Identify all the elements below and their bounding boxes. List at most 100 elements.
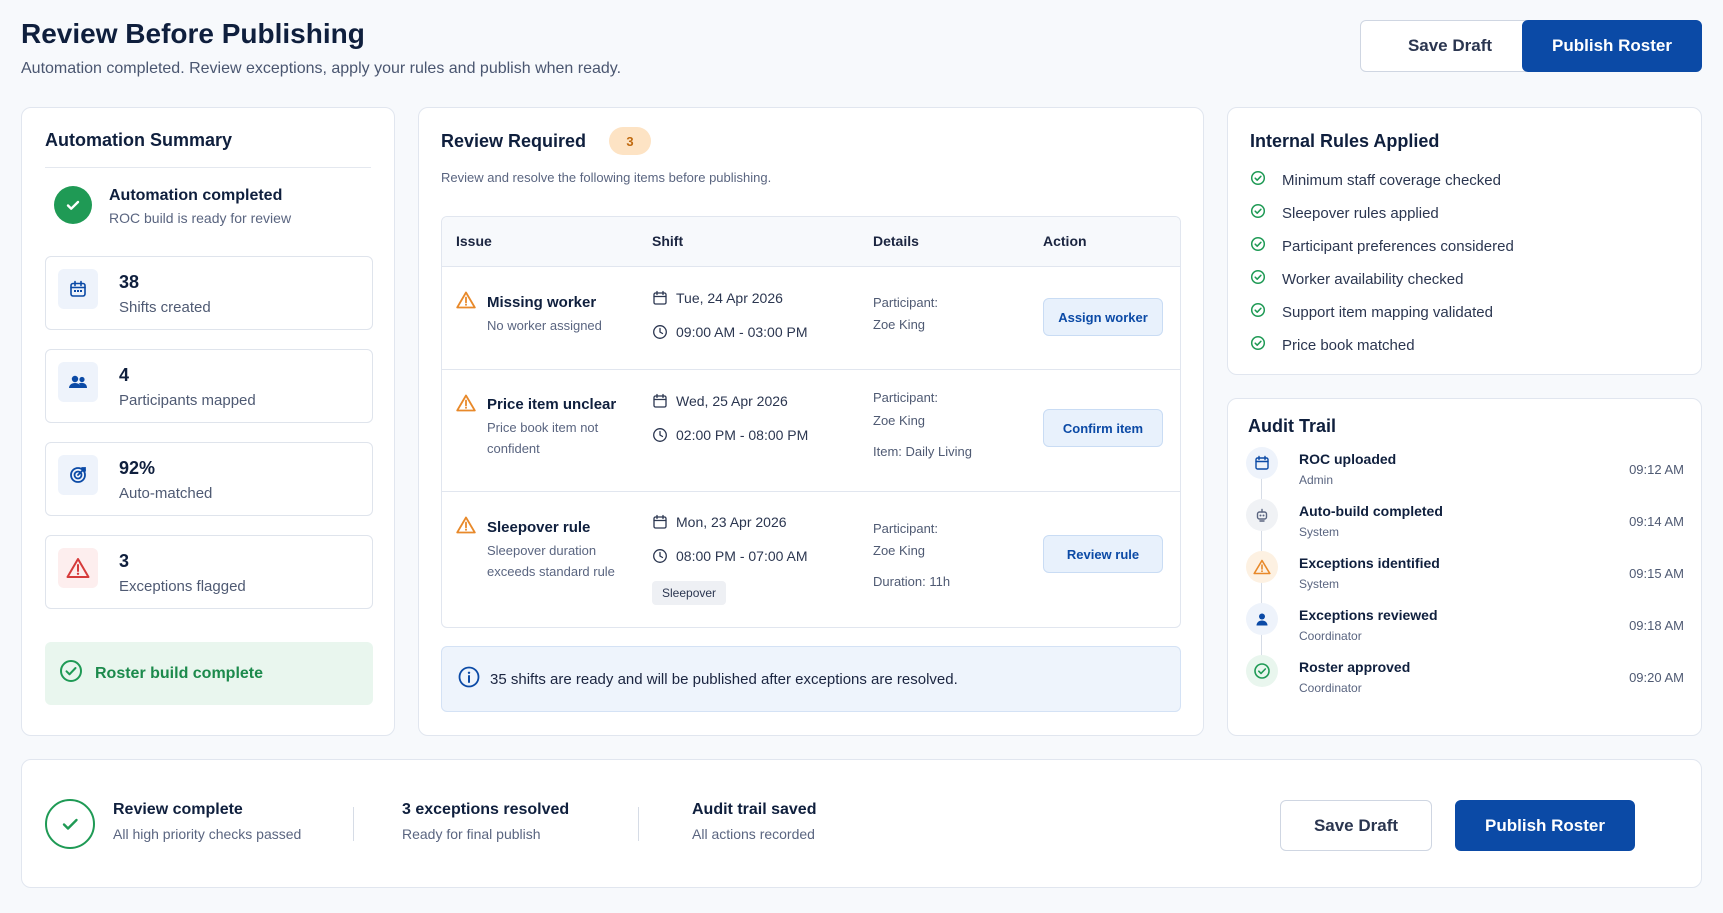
audit-item-title: Roster approved [1299,659,1411,675]
audit-trail-card: Audit Trail ROC uploaded Admin 09:12 AM … [1227,398,1702,736]
detail-value: Zoe King [873,543,926,558]
audit-item-title: ROC uploaded [1299,451,1397,467]
table-row: Sleepover rule Sleepover duration exceed… [442,492,1180,627]
exceptions-resolved-sub: Ready for final publish [402,826,541,842]
audit-item-actor: Coordinator [1299,681,1362,695]
rule-label: Minimum staff coverage checked [1282,171,1501,189]
clock-icon [653,428,667,442]
stat-value: 38 [119,272,140,292]
assign-worker-button[interactable]: Assign worker [1043,298,1163,336]
audit-item-time: 09:20 AM [1629,670,1684,685]
stat-exceptions-flagged: 3 Exceptions flagged [45,535,373,609]
user-icon [1246,603,1278,635]
detail-item: Item: Daily Living [873,444,972,459]
footer-publish-roster-button[interactable]: Publish Roster [1455,800,1635,851]
publish-roster-button[interactable]: Publish Roster [1522,20,1702,72]
rule-label: Price book matched [1282,336,1415,354]
check-circle-icon [1250,236,1266,256]
issue-subtitle: Sleepover duration exceeds standard rule [487,543,615,579]
rule-item: Price book matched [1250,335,1415,355]
detail-label: Participant: [873,295,939,310]
issue-title: Sleepover rule [487,519,591,536]
audit-item-time: 09:15 AM [1629,566,1684,581]
shift-date: Tue, 24 Apr 2026 [652,290,783,306]
review-required-title: Review Required [441,131,587,151]
shift-date: Wed, 25 Apr 2026 [652,393,788,409]
table-row: Missing worker No worker assigned Tue, 2… [442,267,1180,370]
stat-value: 3 [119,551,130,571]
audit-item-actor: System [1299,577,1340,591]
save-draft-button[interactable]: Save Draft [1360,20,1540,72]
detail-label: Participant: [873,390,939,405]
rule-label: Support item mapping validated [1282,303,1493,321]
table-header: Issue Shift Details Action [442,217,1180,267]
column-header-details: Details [873,233,919,249]
issue-subtitle: Price book item not confident [487,420,599,456]
table-row: Price item unclear Price book item not c… [442,370,1180,492]
internal-rules-title: Internal Rules Applied [1250,131,1440,151]
info-icon [458,666,480,693]
audit-item-actor: System [1299,525,1340,539]
check-circle-icon [1246,655,1278,687]
stat-shifts-created: 38 Shifts created [45,256,373,330]
page-title: Review Before Publishing [21,18,365,49]
rule-item: Support item mapping validated [1250,302,1493,322]
review-rule-button[interactable]: Review rule [1043,535,1163,573]
target-icon [58,455,98,495]
audit-item-time: 09:12 AM [1629,462,1684,477]
stat-label: Participants mapped [119,392,256,409]
confirm-item-button[interactable]: Confirm item [1043,409,1163,447]
automation-summary-card: Automation Summary Automation completed … [21,107,395,736]
check-circle-icon [1250,335,1266,355]
info-banner: 35 shifts are ready and will be publishe… [441,646,1181,712]
audit-item-actor: Coordinator [1299,629,1362,643]
check-circle-icon [1250,170,1266,190]
column-header-action: Action [1043,233,1087,249]
stat-label: Exceptions flagged [119,578,246,595]
audit-item-actor: Admin [1299,473,1334,487]
warning-icon [456,516,476,539]
review-complete-sub: All high priority checks passed [113,826,302,842]
clock-icon [653,549,667,563]
audit-item-title: Exceptions identified [1299,555,1440,571]
review-count-badge: 3 [609,127,651,155]
warning-icon [1246,551,1278,583]
issue-title: Price item unclear [487,396,617,413]
stat-auto-matched: 92% Auto-matched [45,442,373,516]
calendar-icon [58,269,98,309]
calendar-icon [653,290,667,305]
exceptions-resolved-title: 3 exceptions resolved [402,801,570,818]
automation-status-sub: ROC build is ready for review [109,210,292,226]
issue-subtitle: No worker assigned [487,318,602,333]
stat-value: 4 [119,365,130,385]
calendar-icon [653,514,667,529]
stat-label: Auto-matched [119,485,213,502]
roster-build-complete-banner: Roster build complete [45,642,373,705]
review-complete-title: Review complete [113,801,243,818]
rule-label: Worker availability checked [1282,270,1464,288]
calendar-icon [653,393,667,408]
clock-icon [653,325,667,339]
review-required-card: Review Required 3 Review and resolve the… [418,107,1204,736]
audit-trail-saved-sub: All actions recorded [692,826,815,842]
page-subtitle: Automation completed. Review exceptions,… [21,60,622,77]
audit-trail-saved-title: Audit trail saved [692,801,817,818]
audit-item-time: 09:18 AM [1629,618,1684,633]
warning-icon [456,394,476,417]
rule-label: Sleepover rules applied [1282,204,1439,222]
check-circle-icon [1250,269,1266,289]
sleepover-tag: Sleepover [652,581,727,605]
check-circle-icon [1250,302,1266,322]
footer-save-draft-button[interactable]: Save Draft [1280,800,1432,851]
detail-label: Participant: [873,521,939,536]
detail-value: Zoe King [873,317,926,332]
rule-item: Sleepover rules applied [1250,203,1439,223]
warning-icon [58,548,98,588]
stat-value: 92% [119,458,156,478]
shift-time: 08:00 PM - 07:00 AM [652,548,808,564]
info-text: 35 shifts are ready and will be publishe… [490,670,958,688]
shift-date: Mon, 23 Apr 2026 [652,514,787,530]
column-header-shift: Shift [652,233,684,249]
robot-icon [1246,499,1278,531]
column-header-issue: Issue [456,233,492,249]
